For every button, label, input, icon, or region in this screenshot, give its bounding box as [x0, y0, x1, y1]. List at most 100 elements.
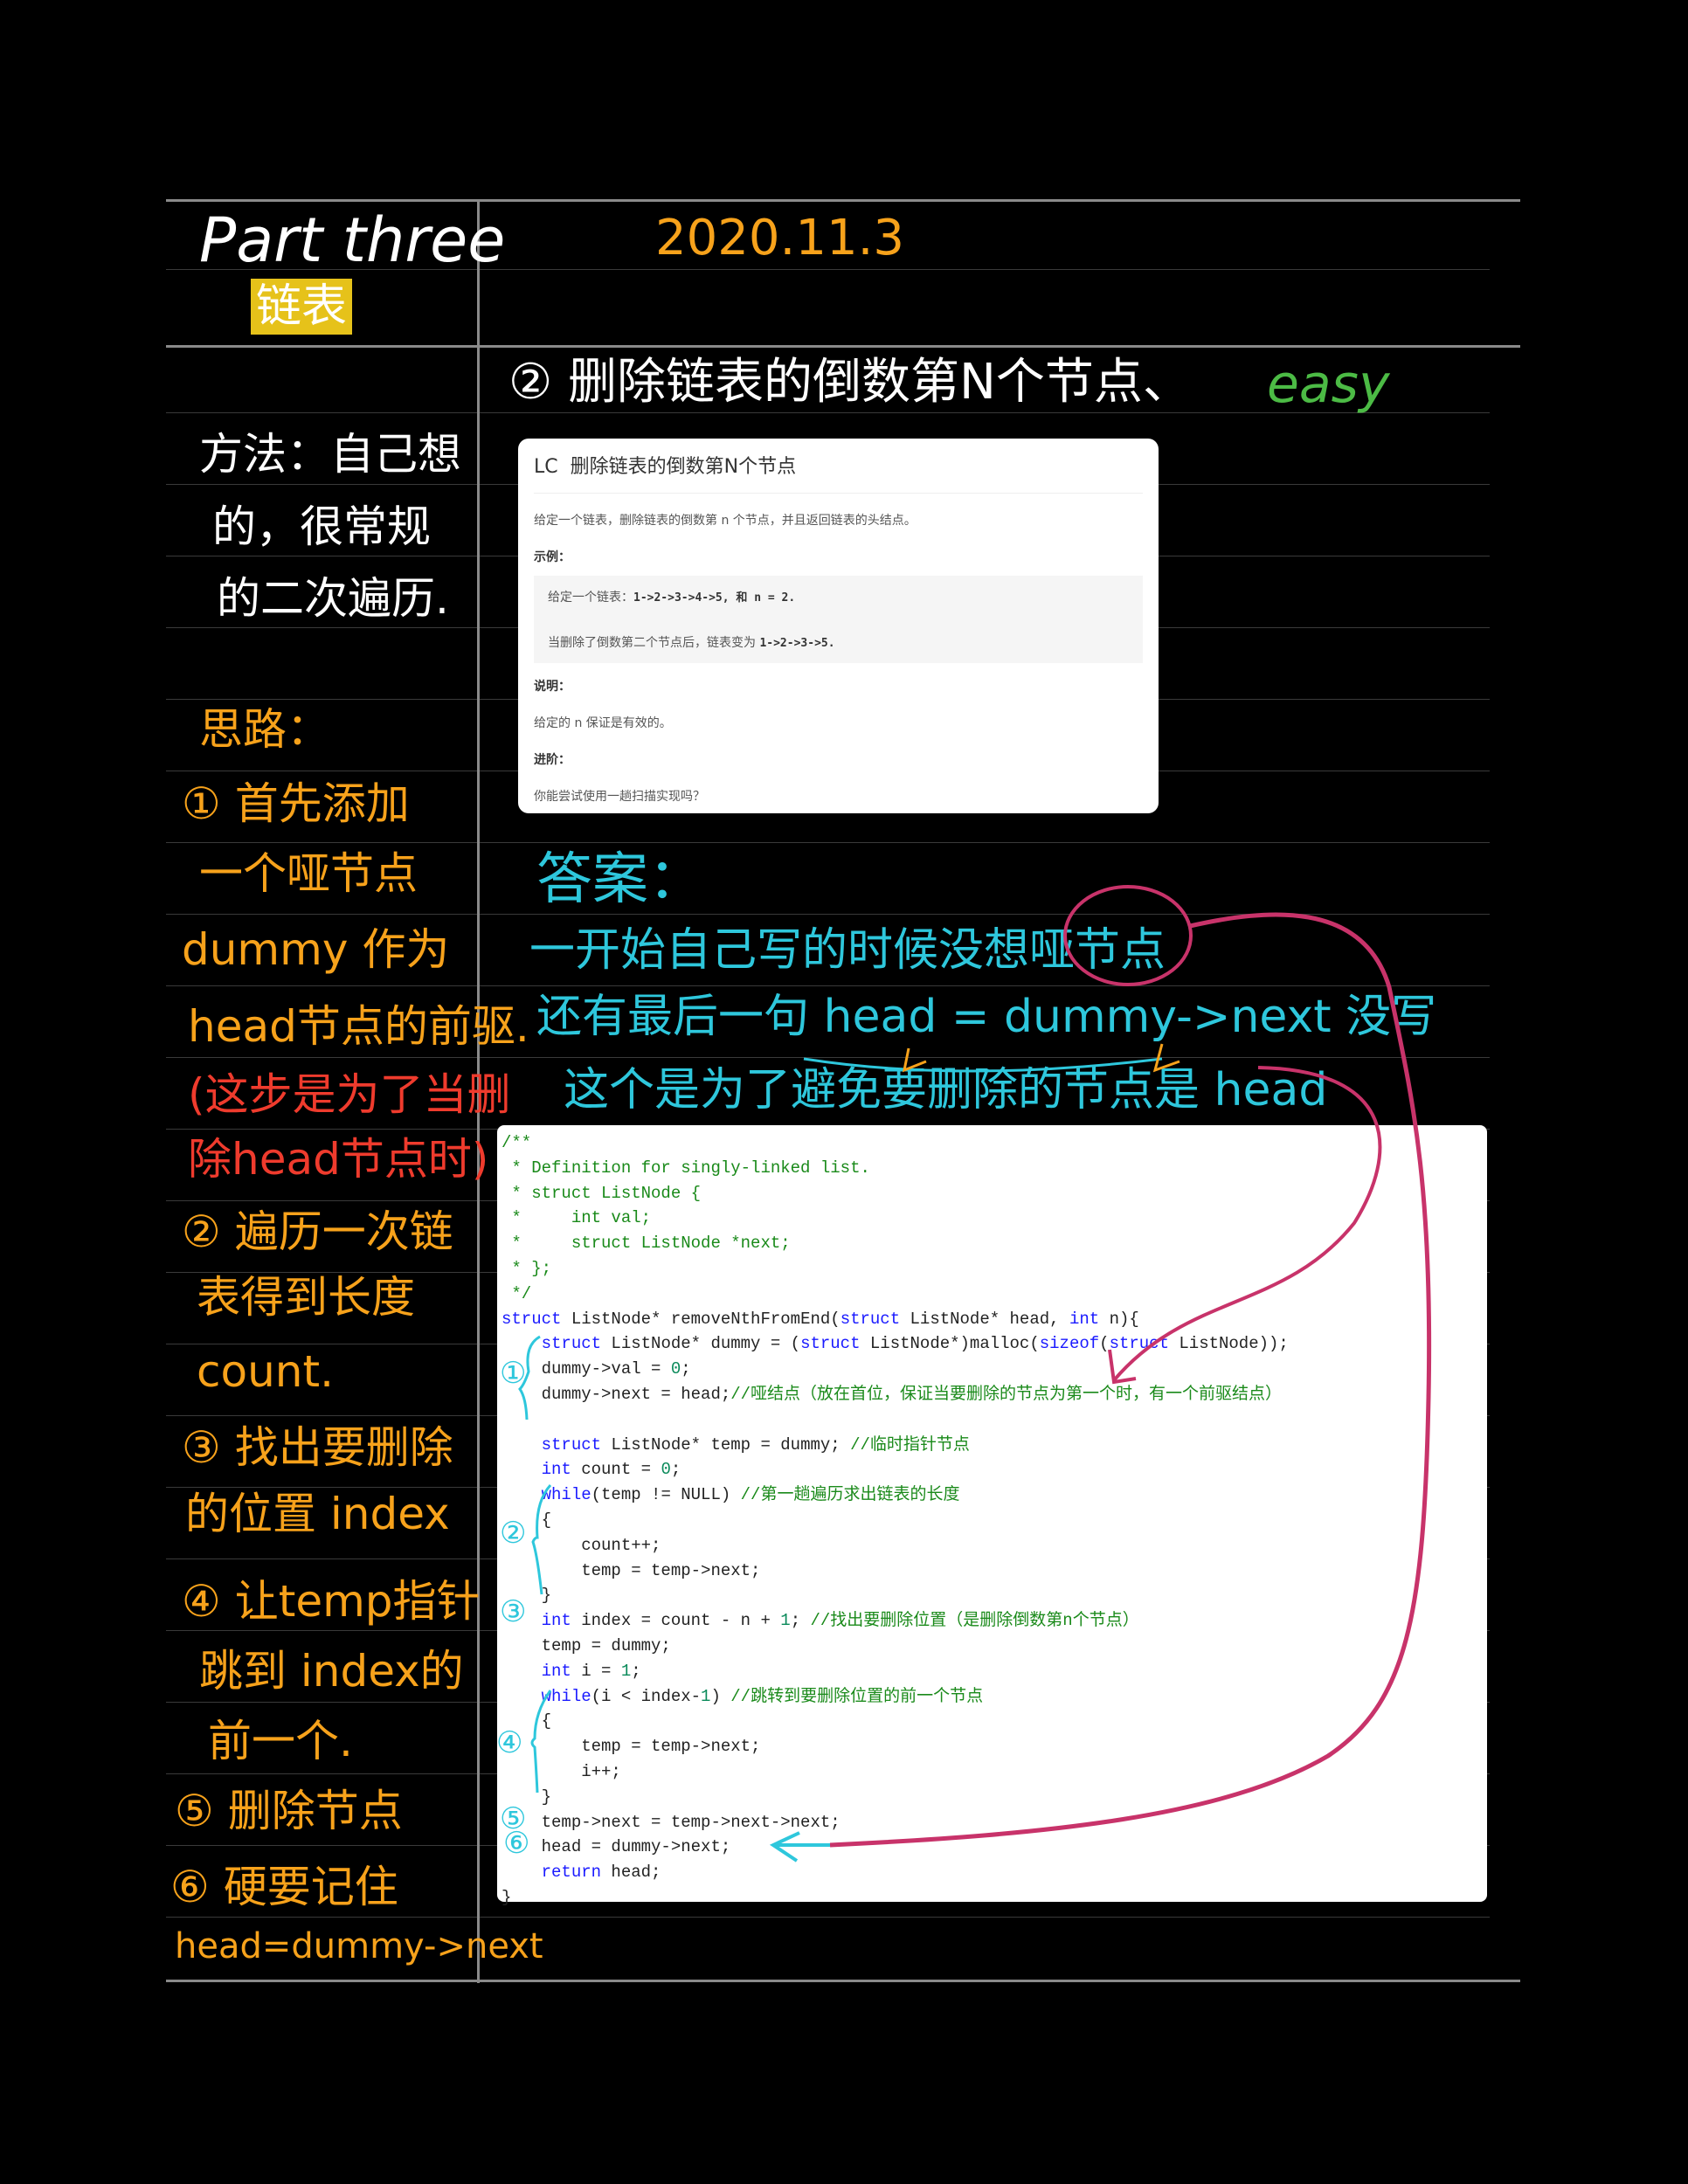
code-keyword: struct: [541, 1334, 602, 1354]
thick-rule: [166, 345, 1520, 348]
code-text: dummy->next = head;: [502, 1384, 731, 1404]
code-comment: //临时指针节点: [850, 1434, 970, 1455]
code-keyword: while: [541, 1686, 591, 1706]
code-text: n){: [1099, 1309, 1139, 1329]
code-comment: //跳转到要删除位置的前一个节点: [730, 1686, 984, 1706]
code-line: {: [502, 1508, 1487, 1533]
example-line: 给定一个链表：1->2->3->4->5, 和 n = 2.: [548, 588, 1129, 605]
example-code: 1->2->3->4->5, 和 n = 2.: [633, 591, 796, 605]
code-line: count++;: [502, 1533, 1487, 1559]
answer-line: 一开始自己写的时候没想哑节点: [529, 924, 1166, 977]
code-line: head = dummy->next;: [502, 1835, 1487, 1860]
approach-step: (这步是为了当删: [188, 1069, 511, 1120]
code-text: ;: [670, 1460, 681, 1480]
advanced-label: 进阶：: [534, 753, 571, 767]
step-marker: ⑥: [503, 1826, 530, 1861]
code-keyword: int: [541, 1460, 571, 1480]
approach-step: head节点的前驱.: [188, 1001, 529, 1052]
example-text: 当删除了倒数第二个节点后，链表变为: [548, 636, 756, 650]
code-text: ListNode* dummy = (: [601, 1334, 801, 1354]
code-line: i++;: [502, 1759, 1487, 1785]
code-number: 1: [620, 1661, 632, 1681]
code-line: while(i < index-1) //跳转到要删除位置的前一个节点: [502, 1684, 1487, 1710]
answer-line: 这个是为了避免要删除的节点是 head: [564, 1064, 1328, 1116]
code-text: head;: [601, 1863, 661, 1883]
approach-step: head=dummy->next: [175, 1926, 543, 1966]
code-keyword: int: [541, 1661, 571, 1681]
code-text: (temp != NULL): [591, 1485, 741, 1505]
leetcode-problem-card: LC 删除链表的倒数第N个节点 给定一个链表，删除链表的倒数第 n 个节点，并且返…: [518, 439, 1159, 813]
code-text: ;: [790, 1611, 811, 1631]
step-marker: ①: [500, 1356, 527, 1391]
problem-heading: ② 删除链表的倒数第N个节点、: [508, 354, 1192, 411]
difficulty-label: easy: [1267, 354, 1390, 415]
step-marker: ④: [496, 1725, 523, 1760]
code-text: temp->next = temp->next->next;: [502, 1812, 841, 1832]
code-text: ListNode* temp = dummy;: [601, 1434, 851, 1455]
code-comment: //哑结点（放在首位，保证当要删除的节点为第一个时，有一个前驱结点）: [730, 1384, 1283, 1404]
code-text: dummy->val =: [502, 1359, 671, 1379]
thick-rule: [166, 199, 1520, 202]
problem-description: 给定一个链表，删除链表的倒数第 n 个节点，并且返回链表的头结点。: [534, 514, 917, 528]
code-text: index = count - n +: [571, 1611, 781, 1631]
approach-step: 表得到长度: [197, 1272, 415, 1323]
approach-step: ⑥ 硬要记住: [170, 1862, 398, 1912]
approach-title: 思路：: [199, 704, 330, 755]
code-comment: * struct ListNode *next;: [502, 1234, 791, 1254]
code-line: * struct ListNode {: [502, 1181, 1487, 1206]
code-keyword: struct: [502, 1309, 562, 1329]
method-note: 的二次遍历.: [217, 573, 449, 624]
approach-step: ② 遍历一次链: [182, 1206, 453, 1257]
card-title-text: 删除链表的倒数第N个节点: [570, 456, 797, 478]
ruled-line: [166, 1057, 1490, 1058]
approach-step: ⑤ 删除节点: [175, 1786, 403, 1836]
code-line: while(temp != NULL) //第一趟遍历求出链表的长度: [502, 1482, 1487, 1508]
date: 2020.11.3: [655, 210, 905, 266]
example-box: 给定一个链表：1->2->3->4->5, 和 n = 2. 当删除了倒数第二个…: [534, 576, 1143, 663]
code-line: temp = dummy;: [502, 1634, 1487, 1659]
code-text: ListNode* removeNthFromEnd(: [561, 1309, 841, 1329]
method-note: 方法：自己想: [199, 429, 461, 480]
topic-label: 链表: [251, 279, 353, 335]
code-text: i++;: [502, 1761, 621, 1781]
note-text: 给定的 n 保证是有效的。: [534, 716, 672, 730]
code-text: ;: [681, 1359, 691, 1379]
code-comment: * Definition for singly-linked list.: [502, 1158, 870, 1178]
code-line: * Definition for singly-linked list.: [502, 1156, 1487, 1181]
code-text: ): [710, 1686, 731, 1706]
code-comment: * int val;: [502, 1208, 652, 1228]
code-comment: /**: [502, 1133, 532, 1152]
answer-line: 还有最后一句 head = dummy->next 没写: [536, 991, 1437, 1043]
approach-step: 除head节点时): [188, 1134, 489, 1185]
code-line: * int val;: [502, 1206, 1487, 1231]
code-line: int i = 1;: [502, 1659, 1487, 1684]
code-line: /**: [502, 1130, 1487, 1156]
code-line: struct ListNode* dummy = (struct ListNod…: [502, 1331, 1487, 1357]
advanced-text: 你能尝试使用一趟扫描实现吗？: [534, 790, 705, 804]
code-number: 1: [701, 1686, 711, 1706]
code-comment: //第一趟遍历求出链表的长度: [740, 1485, 960, 1505]
code-line: temp = temp->next;: [502, 1734, 1487, 1759]
approach-step: ① 首先添加: [182, 778, 410, 829]
code-keyword: while: [541, 1485, 591, 1505]
thick-rule: [166, 1980, 1520, 1982]
code-number: 0: [670, 1359, 681, 1379]
code-keyword: int: [1069, 1309, 1100, 1329]
code-text: }: [502, 1887, 512, 1907]
code-text: (: [1099, 1334, 1110, 1354]
code-line: {: [502, 1709, 1487, 1734]
code-comment: * };: [502, 1258, 552, 1278]
step-marker: ③: [500, 1594, 527, 1629]
code-line: struct ListNode* temp = dummy; //临时指针节点: [502, 1433, 1487, 1458]
ruled-line: [166, 842, 1490, 843]
code-line: * struct ListNode *next;: [502, 1231, 1487, 1256]
code-keyword: int: [541, 1611, 571, 1631]
code-keyword: return: [541, 1863, 602, 1883]
approach-step: 的位置 index: [185, 1489, 450, 1539]
